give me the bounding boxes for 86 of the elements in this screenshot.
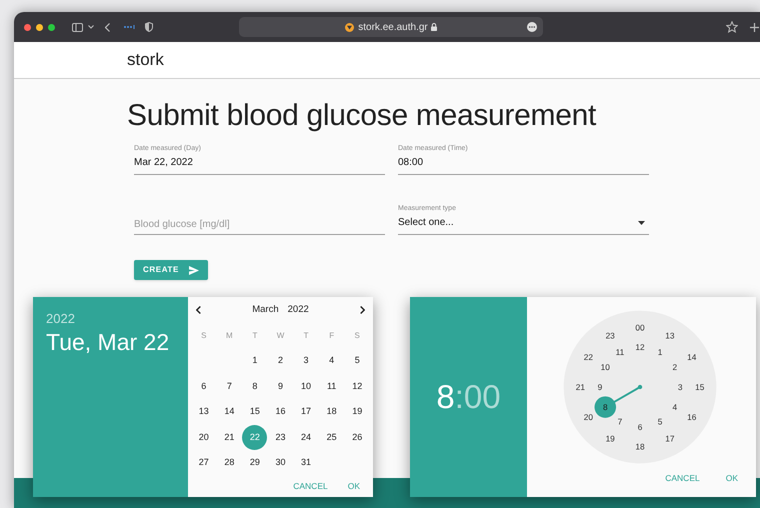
hour-label[interactable]: 16 — [687, 412, 696, 422]
chevron-down-icon[interactable] — [88, 25, 94, 29]
calendar-day[interactable]: 5 — [344, 348, 370, 374]
hour-label[interactable]: 19 — [606, 434, 615, 444]
tab-group-icon[interactable] — [123, 25, 135, 29]
hour-label[interactable]: 6 — [638, 422, 642, 432]
previous-month-icon[interactable] — [196, 306, 201, 314]
calendar-day[interactable]: 7 — [216, 374, 242, 399]
calendar-day[interactable]: 11 — [319, 374, 344, 399]
hour-label[interactable]: 18 — [635, 442, 645, 452]
site-logo-icon — [345, 22, 354, 32]
sidebar-icon[interactable] — [72, 22, 83, 32]
hour-label[interactable]: 22 — [584, 352, 593, 362]
hour-label[interactable]: 12 — [635, 342, 645, 352]
hour-label[interactable]: 23 — [606, 330, 615, 340]
bookmark-star-icon[interactable] — [726, 21, 738, 33]
calendar-day[interactable]: 2 — [268, 348, 293, 374]
calendar-day[interactable]: 6 — [191, 374, 216, 399]
calendar-day[interactable]: 3 — [294, 348, 319, 374]
hour-label[interactable]: 14 — [687, 352, 696, 362]
hour-label[interactable]: 13 — [665, 330, 674, 340]
hour-label[interactable]: 20 — [584, 412, 593, 422]
page-title: Submit blood glucose measurement — [127, 98, 598, 134]
calendar-day[interactable]: 27 — [191, 450, 216, 476]
hour-label[interactable]: 15 — [695, 382, 704, 392]
lock-icon — [430, 23, 437, 31]
calendar-day[interactable]: 1 — [242, 348, 268, 374]
calendar-day[interactable]: 12 — [344, 374, 370, 399]
weekday-label: F — [328, 330, 336, 342]
year-label: 2022 — [288, 302, 309, 317]
calendar-day[interactable]: 8 — [242, 374, 268, 399]
calendar-day[interactable]: 9 — [268, 374, 293, 399]
input-field[interactable]: Blood glucose [mg/dl] — [134, 202, 385, 235]
calendar-day[interactable]: 14 — [216, 399, 242, 424]
send-icon — [188, 266, 199, 274]
weekday-label: S — [354, 330, 361, 342]
new-tab-icon[interactable] — [750, 22, 759, 32]
hour-label[interactable]: 5 — [658, 416, 662, 427]
hour-label[interactable]: 1 — [658, 347, 662, 358]
calendar-day[interactable]: 18 — [319, 399, 344, 424]
clock-hand[interactable] — [594, 384, 642, 418]
weekday-label: M — [225, 330, 234, 342]
calendar-day[interactable]: 15 — [242, 399, 268, 424]
calendar-day[interactable]: 20 — [191, 424, 216, 450]
weekday-label: W — [276, 330, 286, 342]
month-label: March — [252, 302, 279, 317]
calendar-day[interactable]: 26 — [344, 424, 370, 450]
shield-icon[interactable] — [145, 22, 153, 32]
calendar-day[interactable]: 17 — [294, 399, 319, 424]
hour-label[interactable]: 11 — [616, 347, 624, 358]
calendar-day[interactable]: 25 — [319, 424, 344, 450]
hour-label[interactable]: 4 — [672, 402, 678, 412]
app-brand[interactable]: stork — [127, 47, 164, 73]
next-month-icon[interactable] — [360, 306, 365, 314]
calendar-day[interactable]: 13 — [191, 399, 216, 424]
calendar-day[interactable]: 30 — [268, 450, 293, 476]
address-bar[interactable]: stork.ee.auth.gr — [239, 17, 543, 37]
dropdown-arrow-icon[interactable] — [638, 221, 645, 225]
weekday-label: T — [251, 330, 258, 342]
calendar-day[interactable]: 23 — [268, 424, 293, 450]
hour-label[interactable]: 9 — [598, 382, 602, 392]
weekday-label: S — [200, 330, 208, 342]
calendar-day[interactable]: 28 — [216, 450, 242, 476]
calendar-day[interactable]: 29 — [242, 450, 268, 476]
back-icon[interactable] — [105, 22, 110, 32]
hour-label[interactable]: 21 — [576, 382, 585, 392]
calendar-day[interactable]: 24 — [294, 424, 319, 450]
calendar-day[interactable]: 31 — [294, 450, 319, 476]
maximize-window-icon[interactable] — [48, 24, 55, 30]
hour-label[interactable]: 10 — [600, 362, 610, 372]
hour-label[interactable]: 2 — [672, 362, 678, 372]
calendar-day[interactable]: 10 — [294, 374, 319, 399]
calendar-day[interactable]: 4 — [319, 348, 344, 374]
url-text: stork.ee.auth.gr — [358, 20, 428, 34]
hour-label[interactable]: 17 — [665, 434, 674, 444]
calendar-day[interactable]: 16 — [268, 399, 293, 424]
hour-label[interactable]: 3 — [678, 382, 682, 392]
hour-label[interactable]: 7 — [618, 416, 622, 427]
calendar-day[interactable]: 19 — [344, 399, 370, 424]
weekday-label: T — [302, 330, 310, 342]
hour-label[interactable]: 8 — [602, 402, 608, 412]
close-window-icon[interactable] — [24, 24, 31, 30]
calendar-day[interactable]: 21 — [216, 424, 242, 450]
hour-label[interactable]: 00 — [635, 322, 645, 332]
more-icon[interactable] — [527, 22, 537, 32]
minimize-window-icon[interactable] — [36, 24, 43, 30]
